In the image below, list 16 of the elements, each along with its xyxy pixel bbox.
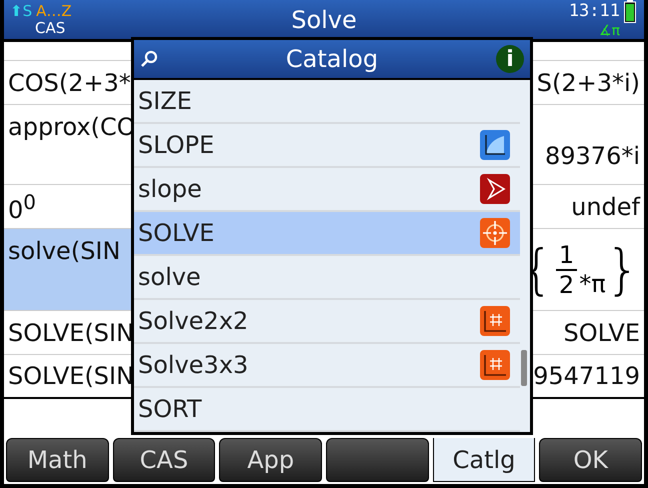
angle-mode-indicator: ∡π (599, 23, 621, 40)
history-result: S(2+3*i) (536, 68, 641, 96)
app-title: Solve (291, 6, 357, 34)
mode-indicator: CAS (34, 20, 66, 36)
shift-indicator: ⬆S (10, 2, 32, 20)
history-result: undef (571, 192, 642, 220)
history-result: 9547119 (533, 362, 641, 390)
clock: 13:11 (568, 2, 620, 20)
history-result: SOLVE (564, 318, 641, 346)
denominator: 2 (558, 270, 574, 298)
numerator: 1 (556, 240, 578, 270)
brace: } (606, 242, 640, 296)
history-result: *π (579, 270, 606, 298)
alpha-indicator: A…Z (36, 2, 72, 20)
catalog-title: Catalog (286, 45, 378, 73)
history-result: 89376*i (544, 142, 641, 172)
